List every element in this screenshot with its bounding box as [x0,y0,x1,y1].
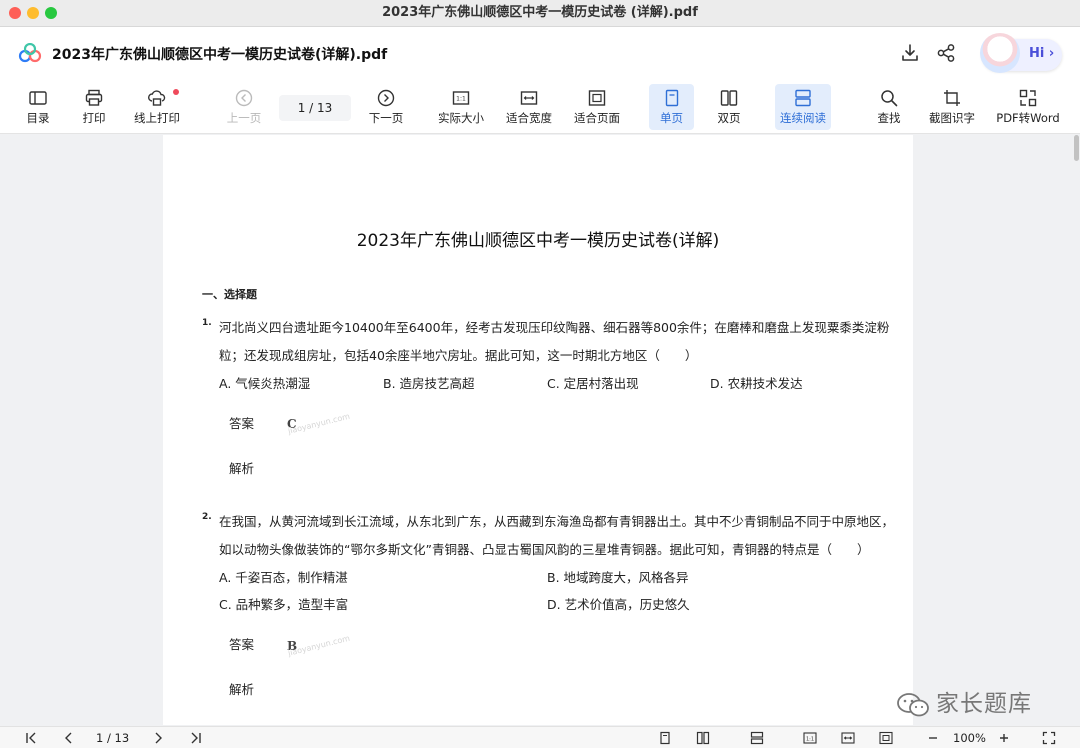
svg-text:1:1: 1:1 [806,736,814,742]
fullscreen-icon[interactable] [1042,731,1056,745]
assistant-hi-label: Hi › [1029,46,1055,61]
question-text-line: 如以动物头像做装饰的“鄂尔多斯文化”青铜器、凸显古蜀国风韵的三星堆青铜器。据此可… [219,542,870,557]
screenshot-ocr-button[interactable]: 截图识字 [925,84,979,130]
brand-watermark: 家长题库 [896,684,1032,718]
window-title: 2023年广东佛山顺德区中考一模历史试卷 (详解).pdf [382,5,698,20]
print-button[interactable]: 打印 [74,84,114,130]
bottom-page-indicator[interactable]: 1 / 13 [96,731,129,745]
first-page-icon[interactable] [24,731,38,745]
question-number: 2. [202,512,212,522]
toolbar: 目录 打印 线上打印 上一页 下一页 1:1 实际大小 适合宽度 适合页面 单页… [0,80,1080,134]
answer-label: 答案 [229,637,255,652]
actual-size-icon[interactable]: 1:1 [803,731,817,745]
assistant-avatar [980,33,1020,73]
next-page-button[interactable]: 下一页 [364,84,408,130]
prev-page-icon[interactable] [62,731,76,745]
fit-page-icon[interactable] [879,731,893,745]
assistant-button[interactable]: Hi › [980,33,1062,73]
continuous-reading-icon [795,89,811,107]
page-number-input[interactable]: 1 / 13 [279,95,351,121]
question-text-line: 在我国，从黄河流域到长江流域，从东北到广东，从西藏到东海渔岛都有青铜器出土。其中… [219,514,895,529]
pdf-document-title: 2023年广东佛山顺德区中考一模历史试卷(详解) [356,231,720,251]
page-watermark: jiaoyanyun.com [287,411,351,436]
fit-width-button[interactable]: 适合宽度 [503,84,555,130]
section-heading: 一、选择题 [202,288,257,301]
single-page-button[interactable]: 单页 [649,84,694,130]
fit-page-button[interactable]: 适合页面 [571,84,623,130]
catalog-button[interactable]: 目录 [18,84,58,130]
analysis-label: 解析 [229,682,255,697]
prev-page-button[interactable]: 上一页 [222,84,266,130]
cloud-print-icon [148,90,166,106]
actual-size-icon: 1:1 [452,91,470,105]
question-text-line: 河北尚义四台遗址距今10400年至6400年，经考古发现压印纹陶器、细石器等80… [219,320,890,335]
analysis-label: 解析 [229,461,255,476]
crop-icon [944,90,960,106]
chevron-left-circle-icon [235,89,253,107]
fit-page-icon [588,90,606,106]
bottom-status-bar: 1 / 13 1:1 100% [0,726,1080,748]
convert-icon [1019,89,1037,107]
minimize-window-button[interactable] [27,7,39,19]
pdf-to-word-button[interactable]: PDF转Word [994,84,1062,130]
chevron-right-circle-icon [377,89,395,107]
notification-dot [173,89,179,95]
continuous-reading-icon[interactable] [750,731,764,745]
pdf-page: 2023年广东佛山顺德区中考一模历史试卷(详解) 一、选择题 1. 河北尚义四台… [163,135,913,725]
double-page-icon[interactable] [696,731,710,745]
page-watermark: jiaoyanyun.com [287,633,351,658]
actual-size-button[interactable]: 1:1 实际大小 [434,84,488,130]
continuous-reading-button[interactable]: 连续阅读 [775,84,831,130]
svg-text:1:1: 1:1 [456,96,466,103]
zoom-window-button[interactable] [45,7,57,19]
next-page-icon[interactable] [151,731,165,745]
fit-width-icon[interactable] [841,731,855,745]
search-icon [881,90,898,107]
question-number: 1. [202,318,212,328]
document-title: 2023年广东佛山顺德区中考一模历史试卷(详解).pdf [52,47,388,63]
single-page-icon[interactable] [658,731,672,745]
option-b: B. 造房技艺高超 [383,376,475,391]
close-window-button[interactable] [9,7,21,19]
catalog-icon [29,91,47,105]
wechat-icon [897,692,929,716]
option-c: C. 品种繁多，造型丰富 [219,597,349,612]
app-header: 2023年广东佛山顺德区中考一模历史试卷(详解).pdf Hi › [0,27,1080,80]
last-page-icon[interactable] [189,731,203,745]
question-text-line: 粒；还发现成组房址，包括40余座半地穴房址。据此可知，这一时期北方地区（ ） [219,348,698,363]
document-viewer[interactable]: 2023年广东佛山顺德区中考一模历史试卷(详解) 一、选择题 1. 河北尚义四台… [0,135,1080,725]
answer-label: 答案 [229,416,255,431]
share-icon[interactable] [936,43,956,63]
option-d: D. 农耕技术发达 [710,376,803,391]
option-b: B. 地域跨度大，风格各异 [547,570,689,585]
find-button[interactable]: 查找 [868,84,910,130]
single-page-icon [665,89,678,107]
option-d: D. 艺术价值高，历史悠久 [547,597,690,612]
app-logo-icon [18,43,42,63]
zoom-in-icon[interactable] [997,731,1011,745]
double-page-icon [720,90,738,106]
option-a: A. 千姿百态，制作精湛 [219,570,348,585]
fit-width-icon [520,91,538,105]
zoom-out-icon[interactable] [926,731,940,745]
window-titlebar: 2023年广东佛山顺德区中考一模历史试卷 (详解).pdf [0,0,1080,27]
option-c: C. 定居村落出现 [547,376,639,391]
vertical-scrollbar[interactable] [1074,135,1079,161]
printer-icon [85,89,103,106]
zoom-level: 100% [953,731,986,745]
download-icon[interactable] [900,43,920,63]
double-page-button[interactable]: 双页 [707,84,751,130]
option-a: A. 气候炎热潮湿 [219,376,311,391]
